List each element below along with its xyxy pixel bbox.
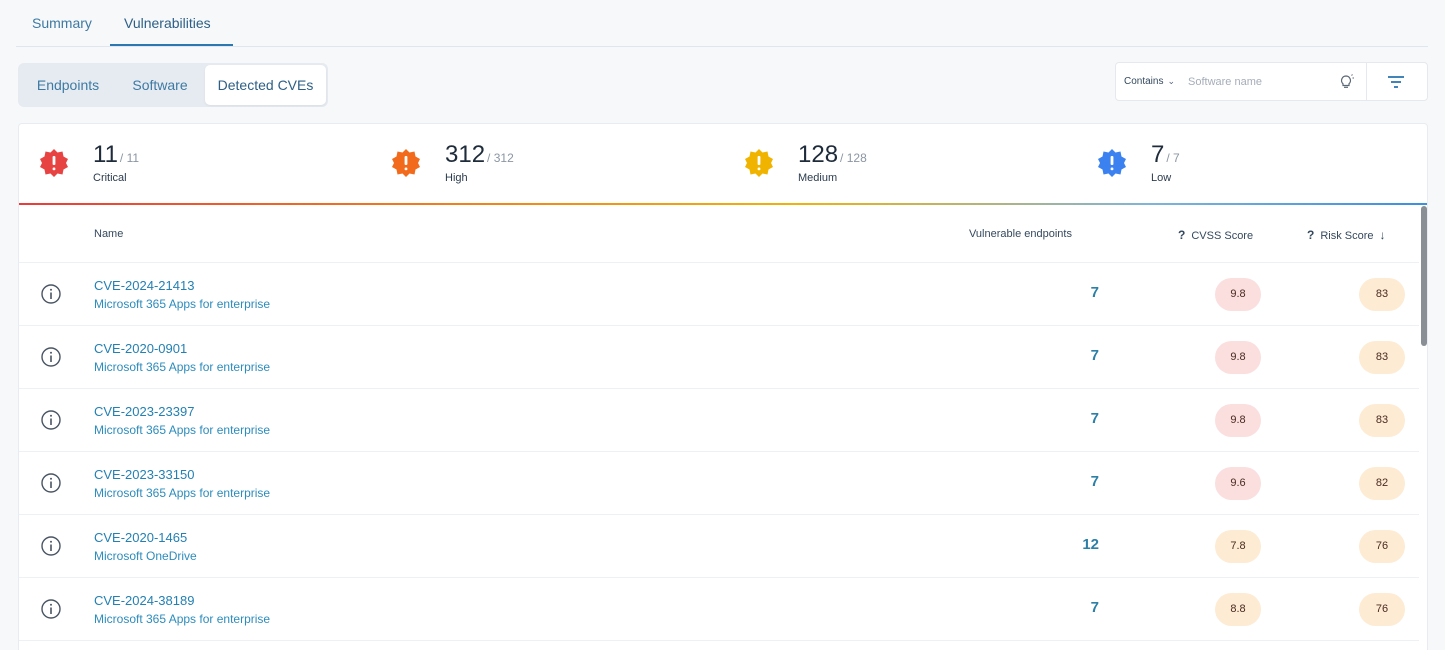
medium-alert-icon	[745, 149, 773, 177]
vulnerable-endpoints-count[interactable]: 12	[1059, 536, 1099, 553]
cvss-score-badge: 9.8	[1215, 278, 1261, 311]
low-count: 7/ 7	[1151, 141, 1180, 169]
sort-descending-icon[interactable]: ↓	[1380, 228, 1386, 242]
vulnerable-endpoints-count[interactable]: 7	[1059, 284, 1099, 301]
cve-id-link[interactable]: CVE-2020-1465	[94, 530, 187, 545]
cvss-score-badge: 9.6	[1215, 467, 1261, 500]
cve-panel: 11/ 11 Critical 312/ 312 High 128/ 128 M…	[18, 123, 1428, 650]
low-total: / 7	[1166, 151, 1180, 165]
segment-software[interactable]: Software	[120, 63, 200, 107]
table-row[interactable]: CVE-2023-23397 Microsoft 365 Apps for en…	[19, 389, 1419, 452]
software-name-link[interactable]: Microsoft 365 Apps for enterprise	[94, 423, 270, 437]
help-icon[interactable]: ?	[1178, 228, 1185, 242]
active-tab-indicator	[110, 44, 233, 46]
risk-score-badge: 83	[1359, 404, 1405, 437]
high-count: 312/ 312	[445, 141, 514, 169]
chevron-down-icon: ⌄	[1167, 76, 1176, 86]
high-total: / 312	[487, 151, 514, 165]
search-mode-dropdown[interactable]: Contains ⌄	[1124, 76, 1175, 87]
critical-count: 11/ 11	[93, 141, 139, 169]
cve-id-link[interactable]: CVE-2024-21413	[94, 278, 194, 293]
segment-detected-cves[interactable]: Detected CVEs	[205, 65, 326, 105]
header-name[interactable]: Name	[94, 228, 123, 240]
scrollbar-thumb[interactable]	[1421, 206, 1427, 346]
filter-icon[interactable]	[1386, 73, 1406, 91]
cvss-score-badge: 7.8	[1215, 530, 1261, 563]
cve-id-link[interactable]: CVE-2023-33150	[94, 467, 194, 482]
medium-count-value: 128	[798, 141, 839, 168]
high-label: High	[445, 172, 468, 184]
segment-endpoints[interactable]: Endpoints	[18, 63, 118, 107]
severity-summary: 11/ 11 Critical 312/ 312 High 128/ 128 M…	[19, 124, 1427, 204]
risk-score-badge: 76	[1359, 530, 1405, 563]
low-count-value: 7	[1151, 141, 1165, 168]
info-icon[interactable]	[40, 409, 62, 431]
high-count-value: 312	[445, 141, 486, 168]
search-divider	[1366, 63, 1367, 100]
software-name-link[interactable]: Microsoft 365 Apps for enterprise	[94, 486, 270, 500]
info-icon[interactable]	[40, 598, 62, 620]
vulnerable-endpoints-count[interactable]: 7	[1059, 473, 1099, 490]
risk-score-badge: 82	[1359, 467, 1405, 500]
cvss-score-badge: 9.8	[1215, 341, 1261, 374]
header-risk-label: Risk Score	[1320, 230, 1374, 242]
severity-critical: 11/ 11 Critical	[19, 124, 371, 204]
table-header: Name Vulnerable endpoints ? CVSS Score ? R…	[19, 206, 1419, 263]
cve-id-link[interactable]: CVE-2024-38189	[94, 593, 194, 608]
table-row[interactable]: CVE-2020-1465 Microsoft OneDrive 12 7.8 …	[19, 515, 1419, 578]
lightbulb-icon[interactable]	[1338, 73, 1356, 91]
medium-count: 128/ 128	[798, 141, 867, 169]
scrollbar[interactable]	[1419, 206, 1427, 650]
low-label: Low	[1151, 172, 1172, 184]
cvss-score-badge: 8.8	[1215, 593, 1261, 626]
software-name-link[interactable]: Microsoft 365 Apps for enterprise	[94, 297, 270, 311]
info-icon[interactable]	[40, 283, 62, 305]
severity-low: 7/ 7 Low	[1077, 124, 1427, 204]
cve-table-body: CVE-2024-21413 Microsoft 365 Apps for en…	[19, 263, 1419, 641]
search-box: Contains ⌄	[1115, 62, 1428, 101]
top-tabs: Summary Vulnerabilities	[16, 0, 1428, 47]
info-icon[interactable]	[40, 472, 62, 494]
risk-score-badge: 83	[1359, 341, 1405, 374]
vulnerable-endpoints-count[interactable]: 7	[1059, 599, 1099, 616]
header-cvss-score[interactable]: ? CVSS Score	[1178, 228, 1253, 242]
vulnerable-endpoints-count[interactable]: 7	[1059, 347, 1099, 364]
help-icon[interactable]: ?	[1307, 228, 1314, 242]
critical-total: / 11	[119, 151, 140, 165]
medium-label: Medium	[798, 172, 838, 184]
tab-summary[interactable]: Summary	[32, 15, 92, 31]
info-icon[interactable]	[40, 346, 62, 368]
critical-count-value: 11	[93, 141, 118, 168]
high-alert-icon	[392, 149, 420, 177]
cve-id-link[interactable]: CVE-2020-0901	[94, 341, 187, 356]
view-segmented-control: Endpoints Software Detected CVEs	[18, 63, 328, 107]
info-icon[interactable]	[40, 535, 62, 557]
cve-id-link[interactable]: CVE-2023-23397	[94, 404, 194, 419]
software-name-link[interactable]: Microsoft 365 Apps for enterprise	[94, 612, 270, 626]
severity-gradient-bar	[19, 203, 1427, 205]
risk-score-badge: 76	[1359, 593, 1405, 626]
table-row[interactable]: CVE-2024-21413 Microsoft 365 Apps for en…	[19, 263, 1419, 326]
severity-high: 312/ 312 High	[371, 124, 723, 204]
medium-total: / 128	[840, 151, 867, 165]
header-cvss-label: CVSS Score	[1191, 230, 1254, 242]
table-row[interactable]: CVE-2023-33150 Microsoft 365 Apps for en…	[19, 452, 1419, 515]
severity-medium: 128/ 128 Medium	[724, 124, 1076, 204]
critical-alert-icon	[40, 149, 68, 177]
table-row[interactable]: CVE-2020-0901 Microsoft 365 Apps for ent…	[19, 326, 1419, 389]
table-row[interactable]: CVE-2024-38189 Microsoft 365 Apps for en…	[19, 578, 1419, 641]
risk-score-badge: 83	[1359, 278, 1405, 311]
cvss-score-badge: 9.8	[1215, 404, 1261, 437]
header-risk-score[interactable]: ? Risk Score ↓	[1307, 228, 1386, 242]
software-name-link[interactable]: Microsoft 365 Apps for enterprise	[94, 360, 270, 374]
low-alert-icon	[1098, 149, 1126, 177]
tab-vulnerabilities[interactable]: Vulnerabilities	[124, 15, 211, 31]
search-input[interactable]	[1188, 72, 1338, 92]
software-name-link[interactable]: Microsoft OneDrive	[94, 549, 197, 563]
search-mode-label: Contains	[1124, 76, 1164, 87]
vulnerable-endpoints-count[interactable]: 7	[1059, 410, 1099, 427]
header-vulnerable-endpoints[interactable]: Vulnerable endpoints	[969, 228, 1072, 240]
critical-label: Critical	[93, 172, 127, 184]
